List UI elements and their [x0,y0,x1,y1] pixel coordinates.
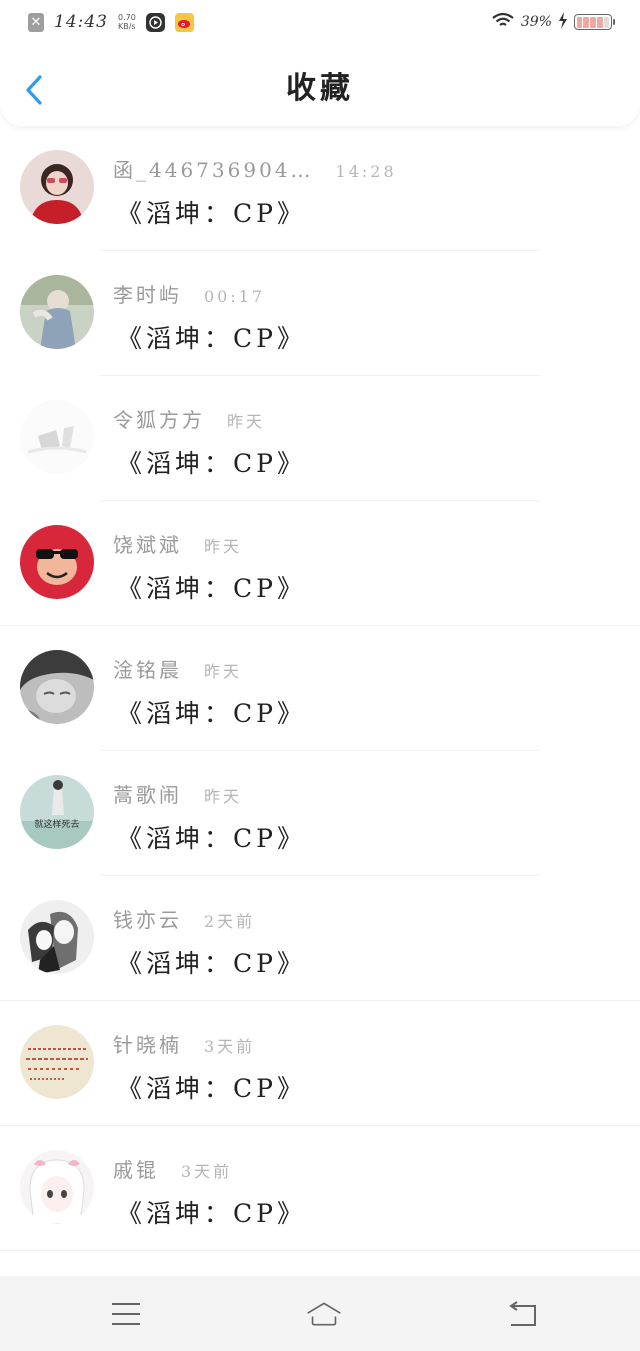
contact-name: 函_446736904… [113,158,314,182]
divider [0,1250,640,1251]
item-time: 14:28 [335,162,397,181]
system-nav-bar [0,1276,640,1351]
contact-name: 针晓楠 [113,1033,182,1057]
avatar-caption: 就这样死去 [34,818,79,830]
contact-name: 李时屿 [113,283,182,307]
avatar [20,150,94,224]
speed-value: 0.70 [118,13,136,22]
list-item[interactable]: 李时屿 00:17 《滔坤：CP》 [0,251,640,376]
item-time: 3天前 [204,1037,256,1056]
status-bar: ✕ 14:43 0.70 KB/s 39% [0,0,640,44]
avatar [20,650,94,724]
item-message: 《滔坤：CP》 [117,199,306,228]
item-time: 昨天 [204,537,243,556]
list-item[interactable]: 令狐方方 昨天 《滔坤：CP》 [0,376,640,501]
item-message: 《滔坤：CP》 [117,1199,306,1228]
video-play-icon [145,12,165,32]
home-icon[interactable] [306,1299,342,1329]
weibo-icon [174,12,194,32]
item-time: 昨天 [204,662,243,681]
item-time: 昨天 [204,787,243,806]
item-message: 《滔坤：CP》 [117,574,306,603]
item-message: 《滔坤：CP》 [117,324,306,353]
item-message: 《滔坤：CP》 [117,1074,306,1103]
speed-unit: KB/s [118,22,136,31]
chevron-left-icon[interactable] [22,74,48,106]
network-speed: 0.70 KB/s [118,13,136,31]
avatar [20,525,94,599]
avatar [20,275,94,349]
list-item[interactable]: 就这样死去 蒿歌闹 昨天 《滔坤：CP》 [0,751,640,876]
avatar [20,1025,94,1099]
contact-name: 蒿歌闹 [113,783,182,807]
list-item[interactable]: 钱亦云 2天前 《滔坤：CP》 [0,876,640,1001]
item-time: 00:17 [204,287,266,306]
avatar [20,400,94,474]
contact-name: 饶斌斌 [113,533,182,557]
page-title: 收藏 [286,71,354,106]
list-item[interactable]: 针晓楠 3天前 《滔坤：CP》 [0,1001,640,1126]
avatar [20,1150,94,1224]
contact-name: 令狐方方 [113,408,205,432]
favorites-list: 函_446736904… 14:28 《滔坤：CP》 李时屿 00:17 《滔坤… [0,126,640,1251]
item-time: 2天前 [204,912,256,931]
menu-icon[interactable] [108,1299,144,1329]
list-item[interactable]: 饶斌斌 昨天 《滔坤：CP》 [0,501,640,626]
item-message: 《滔坤：CP》 [117,824,306,853]
item-message: 《滔坤：CP》 [117,449,306,478]
item-time: 3天前 [181,1162,233,1181]
item-time: 昨天 [227,412,266,431]
battery-percent: 39% [520,14,552,30]
wifi-icon [491,12,515,32]
list-item[interactable]: 戚锟 3天前 《滔坤：CP》 [0,1126,640,1251]
item-message: 《滔坤：CP》 [117,699,306,728]
contact-name: 戚锟 [113,1158,159,1182]
avatar: 就这样死去 [20,775,94,849]
avatar [20,900,94,974]
item-message: 《滔坤：CP》 [117,949,306,978]
back-return-icon[interactable] [504,1299,540,1329]
header-bar: 收藏 [0,44,640,126]
contact-name: 钱亦云 [113,908,182,932]
battery-icon [574,14,615,30]
close-x-icon: ✕ [28,12,44,32]
contact-name: 淦铭晨 [113,658,182,682]
list-item[interactable]: 函_446736904… 14:28 《滔坤：CP》 [0,126,640,251]
status-time: 14:43 [54,12,108,32]
charging-icon [558,11,568,33]
list-item[interactable]: 淦铭晨 昨天 《滔坤：CP》 [0,626,640,751]
